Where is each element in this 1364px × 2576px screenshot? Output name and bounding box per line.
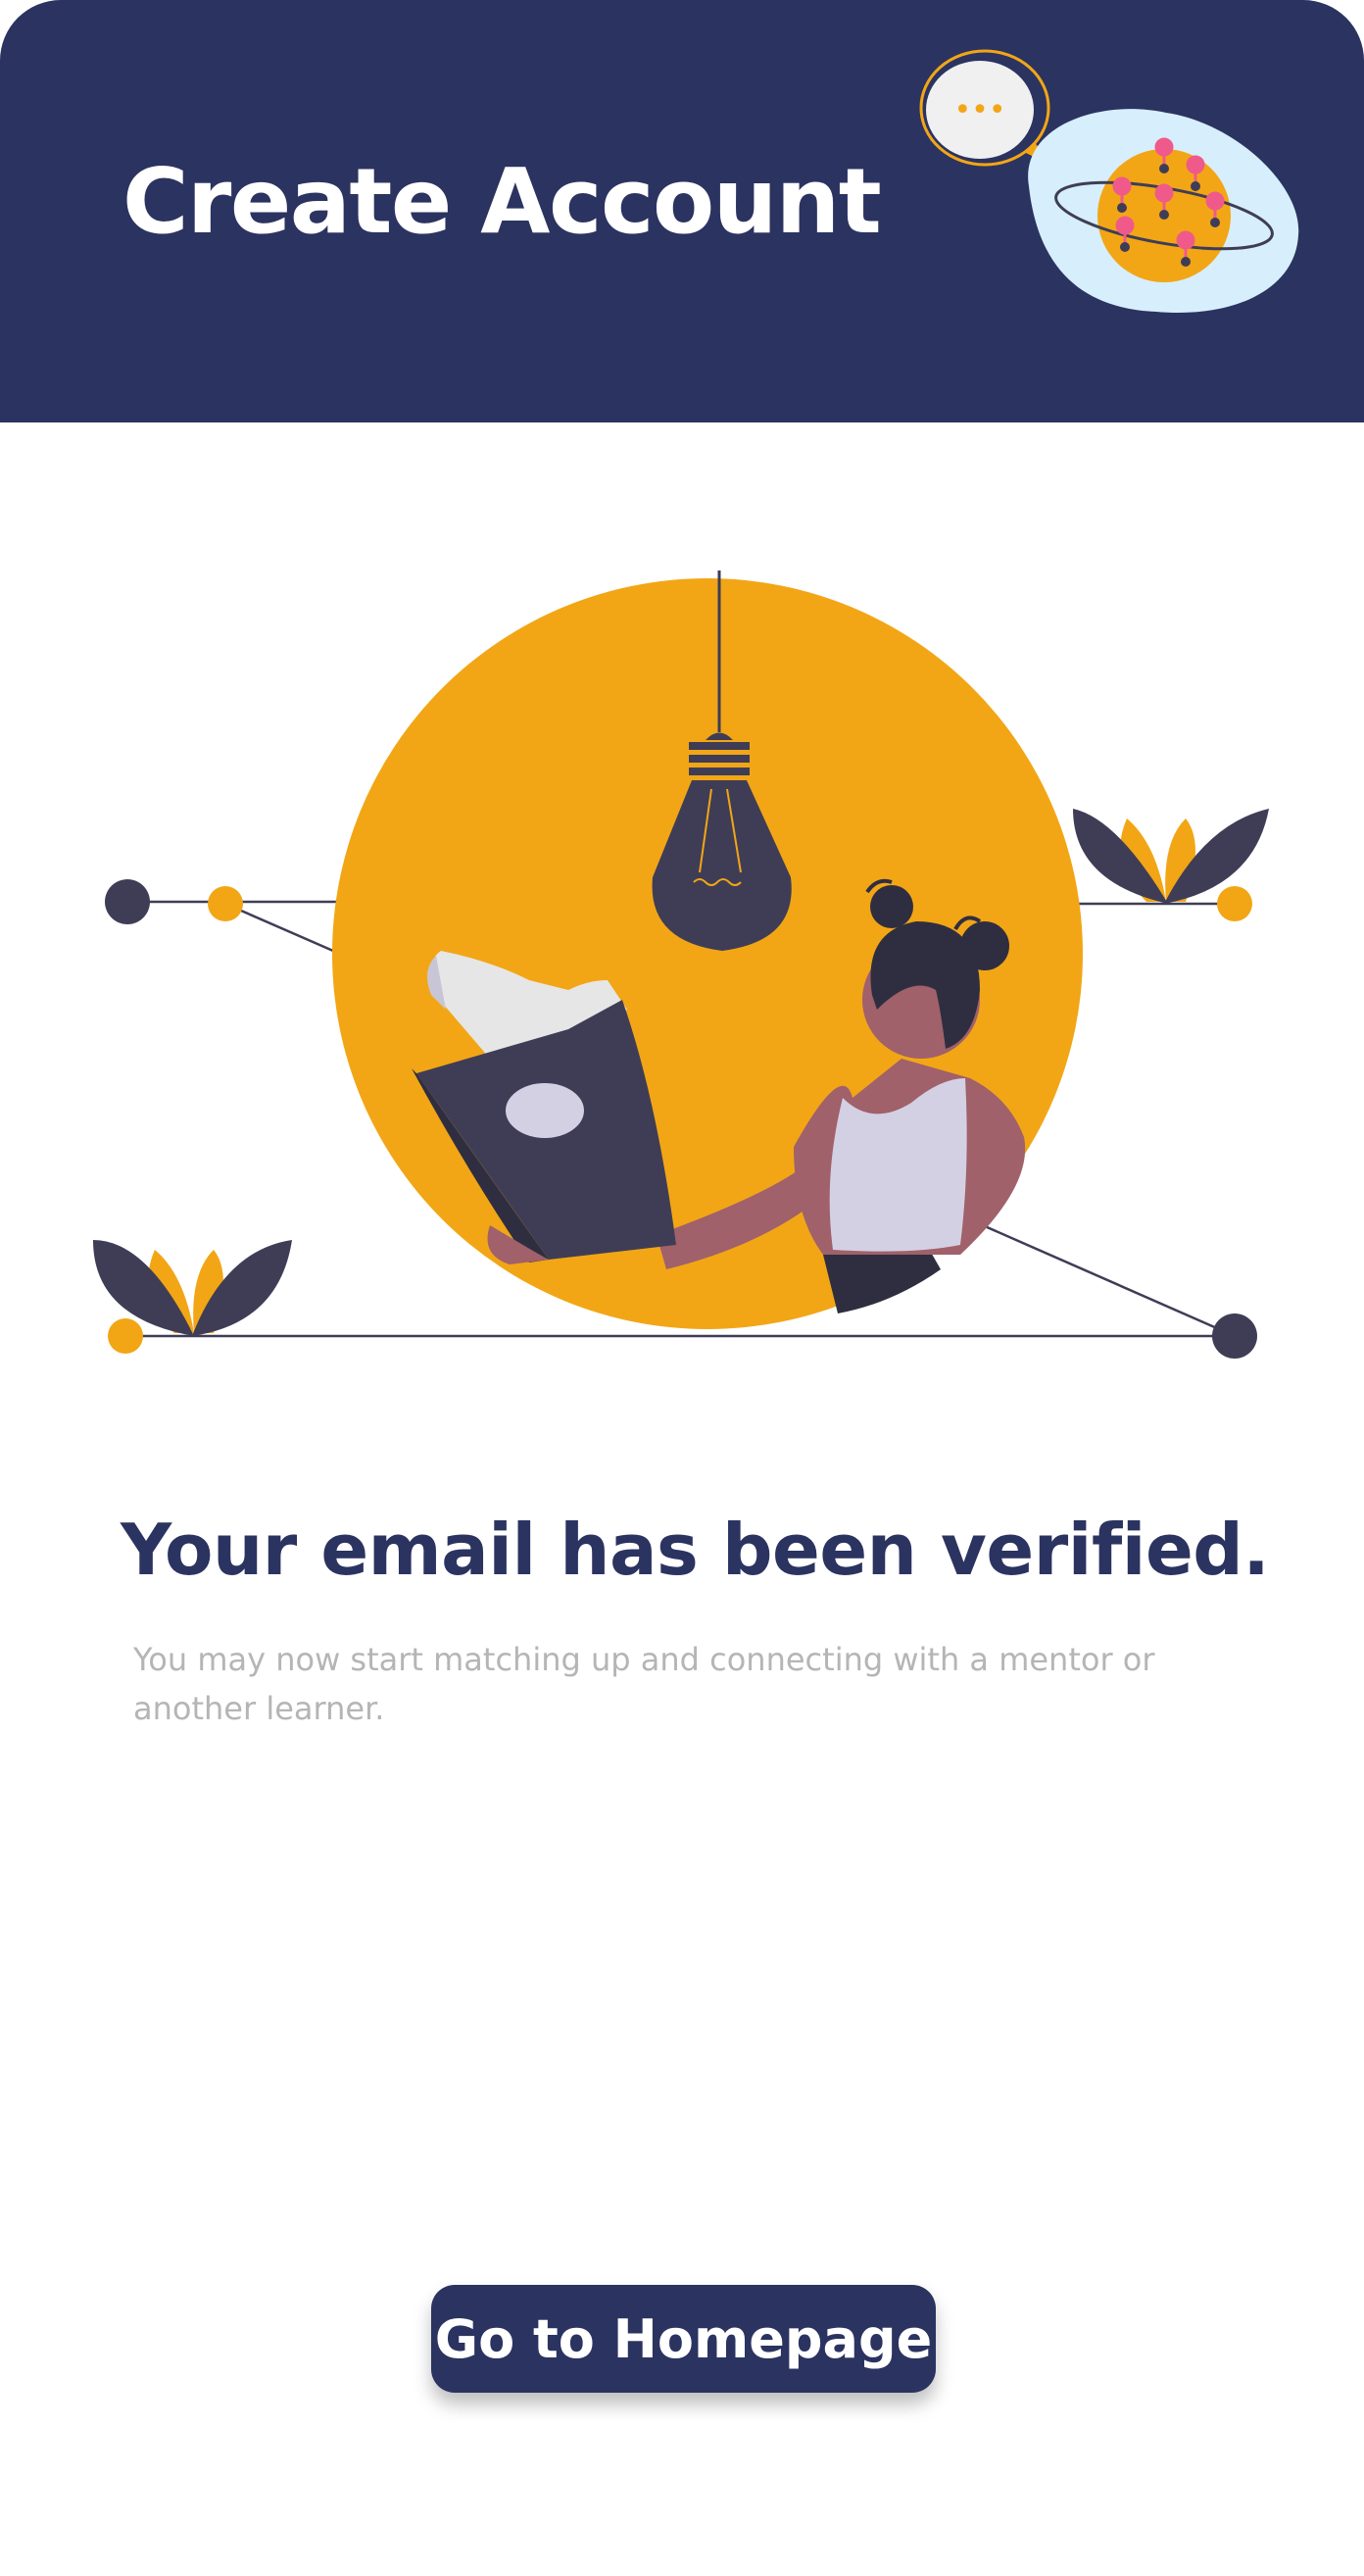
header-bar: Create Account ••• [0,0,1364,422]
verification-headline: Your email has been verified. [121,1509,1270,1591]
go-to-homepage-button[interactable]: Go to Homepage [431,2285,936,2393]
verification-subtext: You may now start matching up and connec… [133,1641,1155,1727]
reading-woman-illustration [93,570,1269,1359]
globe-icon [1028,109,1299,314]
page-title: Create Account [122,149,882,254]
chat-bubble-dots: ••• [953,93,1005,127]
globe-chat-illustration: ••• [919,49,1299,314]
